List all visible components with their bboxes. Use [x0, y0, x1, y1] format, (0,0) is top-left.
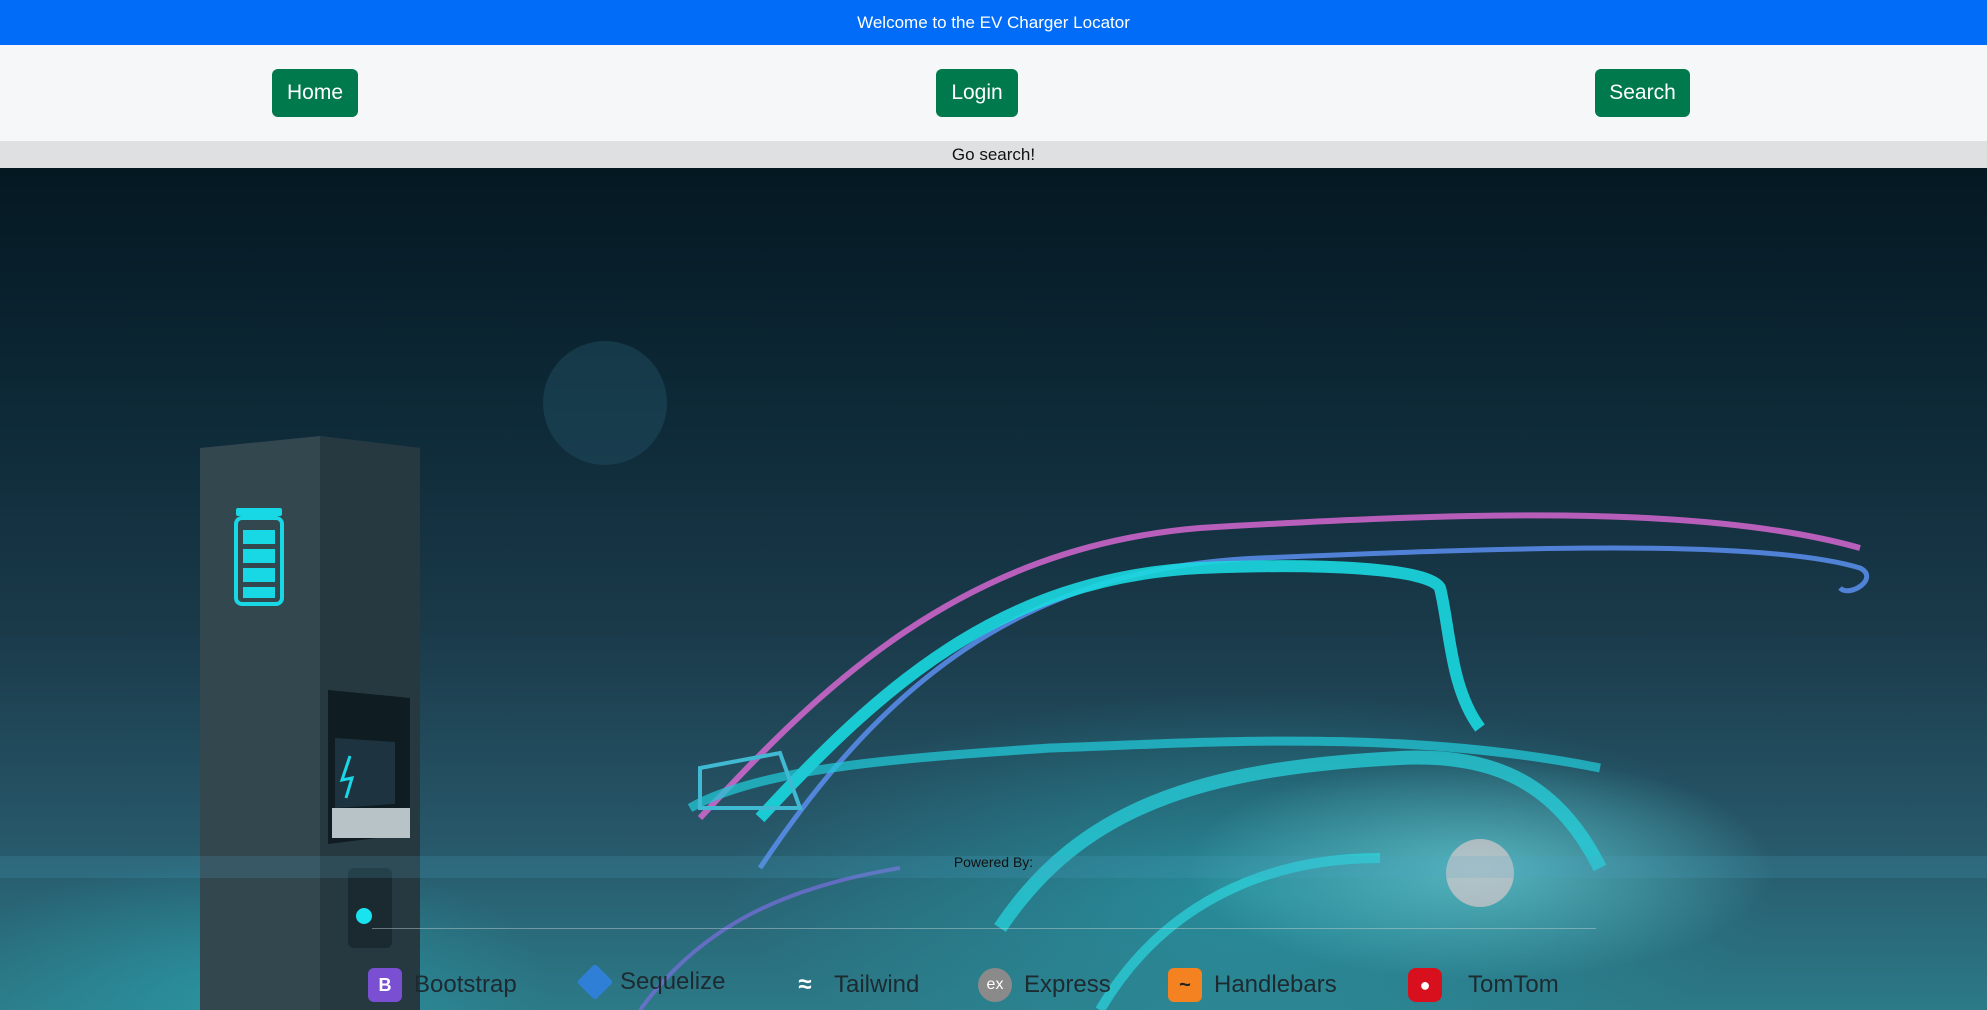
powered-by-label: Powered By: — [953, 854, 1034, 870]
login-button[interactable]: Login — [936, 69, 1018, 117]
tech-item-handlebars[interactable]: ~ Handlebars — [1168, 968, 1337, 1002]
express-icon: ex — [978, 968, 1012, 1002]
navbar: Home Login Search — [0, 45, 1987, 141]
tech-item-bootstrap[interactable]: B Bootstrap — [368, 968, 517, 1002]
welcome-title: Welcome to the EV Charger Locator — [857, 12, 1130, 32]
hero-background: Powered By: B Bootstrap Sequelize ≈ Tail… — [0, 168, 1987, 1010]
tomtom-icon: ● — [1408, 968, 1442, 1002]
welcome-banner: Welcome to the EV Charger Locator — [0, 0, 1987, 45]
home-button[interactable]: Home — [272, 69, 358, 117]
sequelize-icon — [576, 963, 614, 1001]
tailwind-icon: ≈ — [798, 971, 812, 998]
go-search-link[interactable]: Go search! — [952, 145, 1035, 165]
tech-item-express[interactable]: ex Express — [978, 968, 1111, 1002]
tech-item-tailwind[interactable]: ≈ Tailwind — [788, 968, 919, 1002]
handlebars-icon: ~ — [1168, 968, 1202, 1002]
search-button[interactable]: Search — [1595, 69, 1690, 117]
tech-list: B Bootstrap Sequelize ≈ Tailwind ex Expr… — [0, 963, 1987, 1008]
ev-charger-illustration — [0, 341, 1987, 1010]
tech-item-sequelize[interactable]: Sequelize — [576, 963, 725, 1001]
go-search-banner[interactable]: Go search! — [0, 141, 1987, 168]
tech-item-tomtom[interactable]: ● TomTom — [1408, 968, 1559, 1002]
divider — [372, 928, 1596, 929]
bootstrap-icon: B — [368, 968, 402, 1002]
